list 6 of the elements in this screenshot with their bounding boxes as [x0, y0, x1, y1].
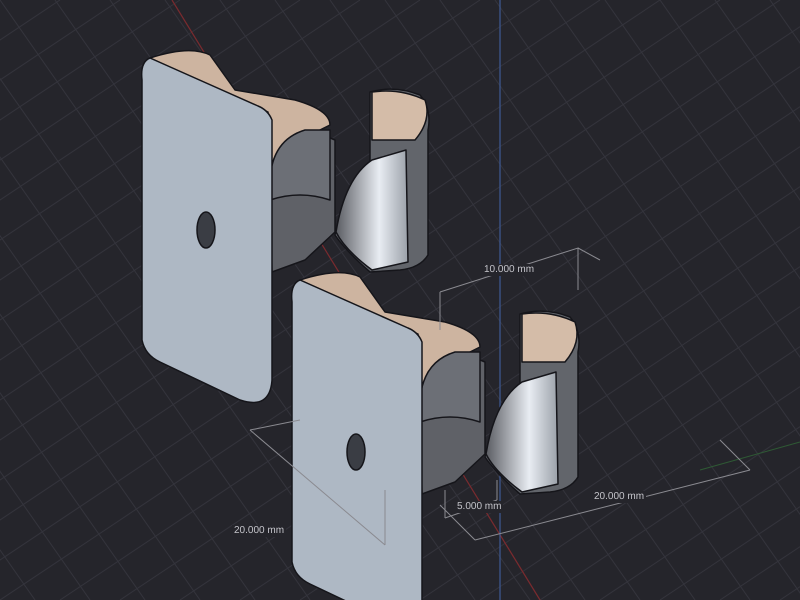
- dimension-label: 5.000 mm: [455, 501, 504, 513]
- bracket-part-drawing[interactable]: [290, 272, 580, 600]
- dimension-label: 20.000 mm: [232, 525, 286, 537]
- dimension-label: 20.000 mm: [592, 491, 646, 503]
- dimension-label: 10.000 mm: [482, 264, 536, 276]
- cad-viewport[interactable]: 10.000 mm 20.000 mm 5.000 mm 20.000 mm: [0, 0, 800, 600]
